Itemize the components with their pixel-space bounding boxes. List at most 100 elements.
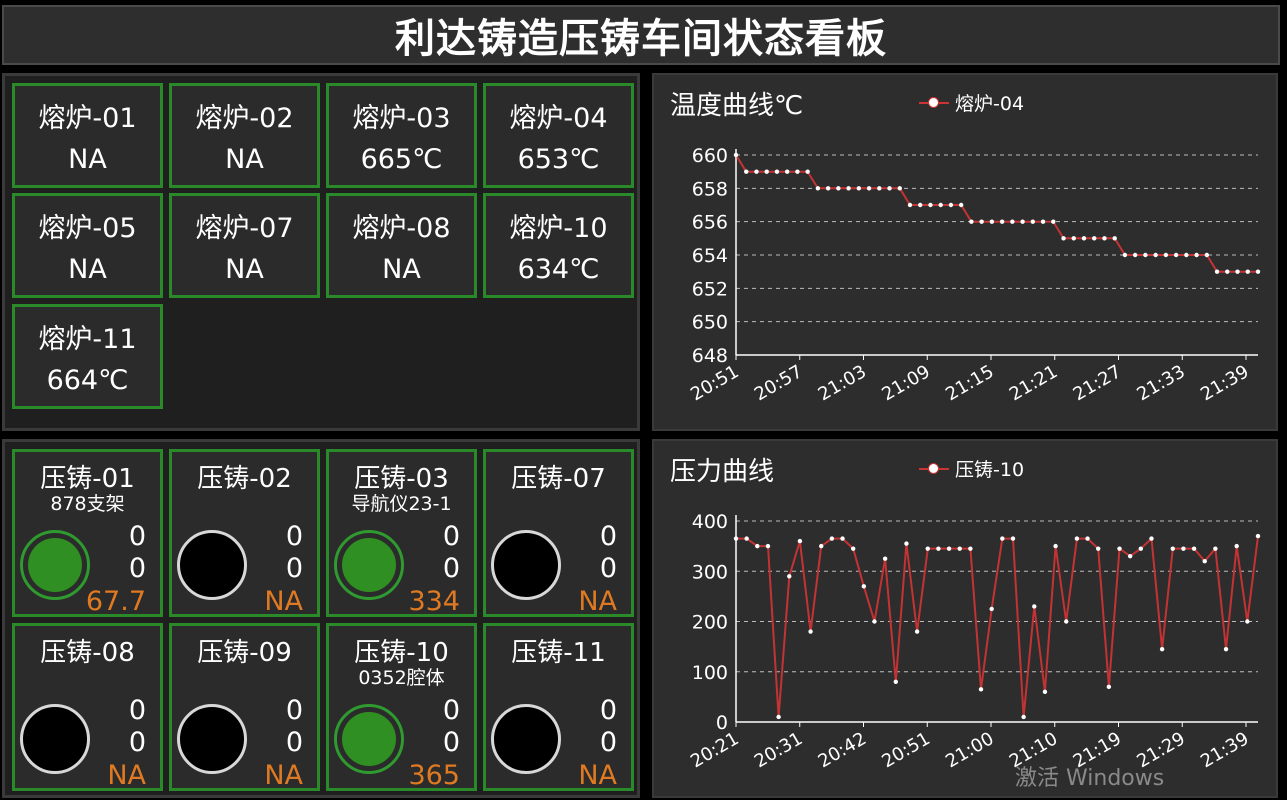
status-lamp-icon [334,530,404,600]
data-point [866,186,872,191]
data-point [1213,546,1218,551]
furnace-card-11[interactable]: 熔炉-11 664℃ [12,304,163,409]
furnace-card-02[interactable]: 熔炉-02 NA [169,83,320,188]
data-point [1010,219,1015,224]
page-title: 利达铸造压铸车间状态看板 [395,16,887,62]
data-point [795,169,800,174]
status-lamp-icon [177,704,247,774]
die-caster-card-03[interactable]: 压铸-03 导航仪23-1 0 0 334 [326,449,477,617]
furnace-panel: 熔炉-01 NA 熔炉-02 NA 熔炉-03 665℃ 熔炉-04 653℃ … [2,73,640,431]
y-tick-label: 658 [692,178,728,200]
data-point [1096,546,1101,551]
data-point [755,543,760,549]
die-caster-value-3: NA [107,760,146,791]
data-point [1225,269,1230,274]
x-tick-label: 21:00 [942,728,997,772]
data-point [1030,219,1036,224]
data-point [819,543,824,549]
data-point [1194,252,1199,258]
die-caster-part: 878支架 [50,493,125,515]
data-point [1159,646,1165,652]
data-point [1235,269,1240,274]
die-caster-card-08[interactable]: 压铸-08 0 0 NA [12,623,163,791]
data-point [1223,646,1229,652]
data-point [904,541,909,546]
furnace-name: 熔炉-11 [38,324,137,355]
die-caster-value-3: NA [578,586,617,617]
furnace-card-08[interactable]: 熔炉-08 NA [326,193,477,298]
die-caster-value-1: 0 [442,521,460,552]
data-point [825,186,831,191]
data-point [744,169,749,174]
furnace-name: 熔炉-07 [195,213,294,244]
data-point [846,186,851,191]
furnace-card-05[interactable]: 熔炉-05 NA [12,193,163,298]
data-point [1071,236,1076,241]
furnace-card-10[interactable]: 熔炉-10 634℃ [483,193,634,298]
data-point [877,186,882,191]
die-caster-name: 压铸-02 [197,464,292,494]
y-tick-label: 200 [692,612,728,634]
data-point [805,169,810,174]
furnace-name: 熔炉-01 [38,103,137,134]
data-point [1053,543,1058,549]
furnace-temperature: 653℃ [517,144,600,175]
die-casting-panel: 压铸-01 878支架 0 0 67.7 压铸-02 0 0 NA 压铸-03 … [2,439,640,798]
data-point [764,169,769,174]
status-lamp-icon [20,530,90,600]
die-caster-value-1: 0 [285,695,303,726]
die-caster-name: 压铸-09 [197,638,292,668]
x-tick-label: 21:03 [815,361,870,405]
die-caster-card-02[interactable]: 压铸-02 0 0 NA [169,449,320,617]
data-point [815,186,821,191]
data-point [1204,252,1210,258]
data-point [754,169,759,174]
data-point [968,546,973,551]
data-point [918,202,923,208]
die-caster-card-07[interactable]: 压铸-07 0 0 NA [483,449,634,617]
furnace-temperature: 665℃ [360,144,443,175]
die-caster-card-01[interactable]: 压铸-01 878支架 0 0 67.7 [12,449,163,617]
die-caster-value-2: 0 [285,553,303,584]
data-point [938,202,943,208]
data-point [797,538,803,544]
data-point [925,546,930,551]
data-point [887,186,892,191]
furnace-card-04[interactable]: 熔炉-04 653℃ [483,83,634,188]
furnace-card-01[interactable]: 熔炉-01 NA [12,83,163,188]
data-point [1255,533,1261,539]
data-point [907,202,913,208]
data-point [948,202,954,208]
die-caster-card-10[interactable]: 压铸-10 0352腔体 0 0 365 [326,623,477,791]
x-tick-label: 21:39 [1197,361,1252,405]
die-caster-card-11[interactable]: 压铸-11 0 0 NA [483,623,634,791]
furnace-card-03[interactable]: 熔炉-03 665℃ [326,83,477,188]
die-caster-name: 压铸-11 [511,638,606,668]
series-line [735,154,1258,273]
data-point [1081,236,1087,241]
furnace-card-07[interactable]: 熔炉-07 NA [169,193,320,298]
furnace-name: 熔炉-10 [509,213,608,244]
data-point [1143,252,1148,258]
die-caster-value-2: 0 [285,727,303,758]
die-caster-card-09[interactable]: 压铸-09 0 0 NA [169,623,320,791]
x-tick-label: 21:09 [878,361,933,405]
data-point [1051,219,1056,224]
data-point [861,584,867,589]
data-point [856,186,862,191]
data-point [1010,536,1016,541]
die-caster-value-2: 0 [599,553,617,584]
data-point [840,536,845,541]
data-point [979,219,984,224]
data-point [1173,252,1179,258]
die-caster-value-3: NA [264,586,303,617]
data-point [1061,236,1066,241]
data-point [1191,546,1197,551]
data-point [774,169,780,174]
data-point [969,219,974,224]
status-lamp-icon [491,704,561,774]
die-caster-value-3: 67.7 [85,586,146,617]
data-point [1040,219,1046,224]
data-point [958,202,964,208]
x-tick-label: 20:57 [751,361,806,405]
